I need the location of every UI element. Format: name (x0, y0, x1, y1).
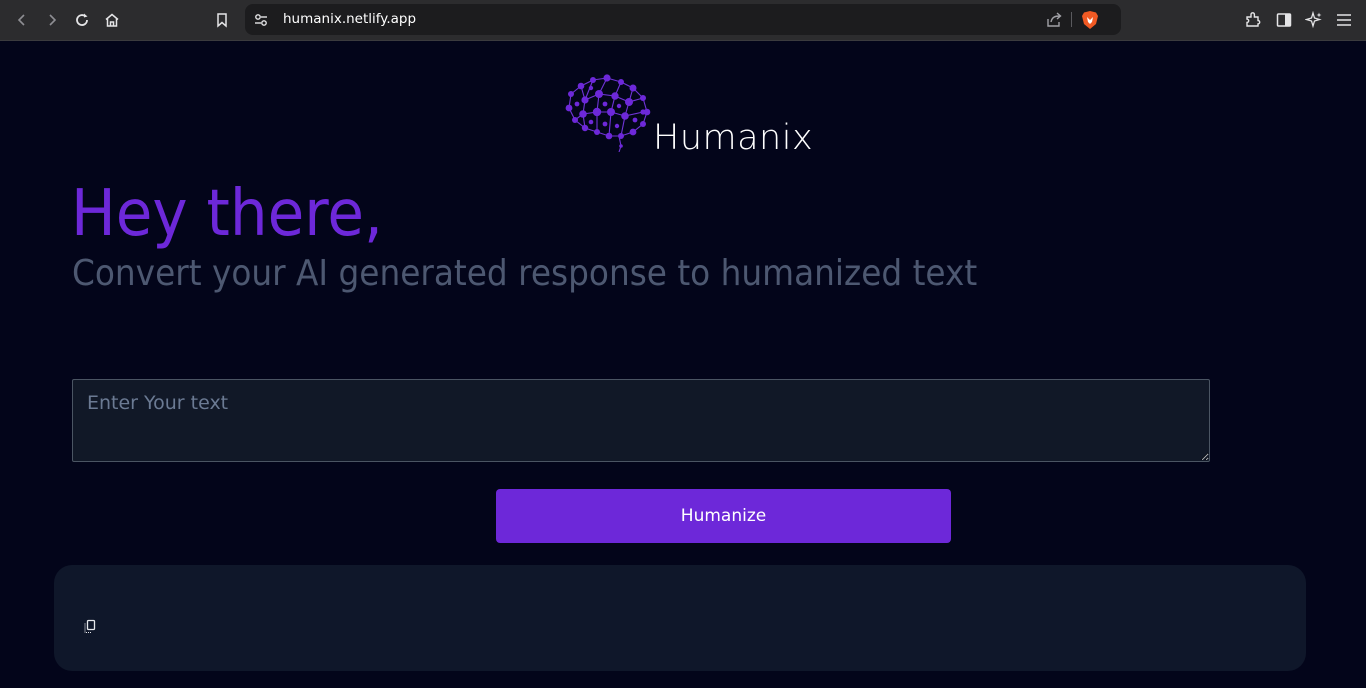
url-text[interactable]: humanix.netlify.app (283, 11, 416, 27)
bookmark-icon[interactable] (211, 9, 233, 31)
extensions-icon[interactable] (1242, 9, 1264, 31)
browser-toolbar: humanix.netlify.app (0, 0, 1366, 41)
site-info-icon[interactable] (253, 12, 269, 28)
brand-name: Humanix (653, 118, 814, 158)
leo-ai-icon[interactable] (1303, 9, 1325, 31)
url-divider (1071, 12, 1072, 27)
home-icon[interactable] (101, 9, 123, 31)
forward-icon[interactable] (41, 9, 63, 31)
reload-icon[interactable] (71, 9, 93, 31)
brave-shields-icon[interactable] (1081, 10, 1099, 30)
share-icon[interactable] (1045, 11, 1063, 28)
address-bar[interactable]: humanix.netlify.app (245, 4, 1121, 35)
url-host: humanix.netlify.app (283, 11, 417, 27)
brain-network-icon (565, 74, 651, 152)
output-panel (54, 565, 1306, 671)
copy-icon[interactable] (82, 619, 98, 635)
greeting-heading: Hey there, (71, 177, 383, 251)
sidebar-toggle-icon[interactable] (1273, 9, 1295, 31)
text-input[interactable] (72, 379, 1210, 462)
page-body: Humanix Hey there, Convert your AI gener… (0, 42, 1366, 688)
menu-icon[interactable] (1333, 9, 1355, 31)
back-icon[interactable] (11, 9, 33, 31)
humanize-button[interactable]: Humanize (496, 489, 951, 543)
hero-subtitle: Convert your AI generated response to hu… (72, 253, 978, 294)
